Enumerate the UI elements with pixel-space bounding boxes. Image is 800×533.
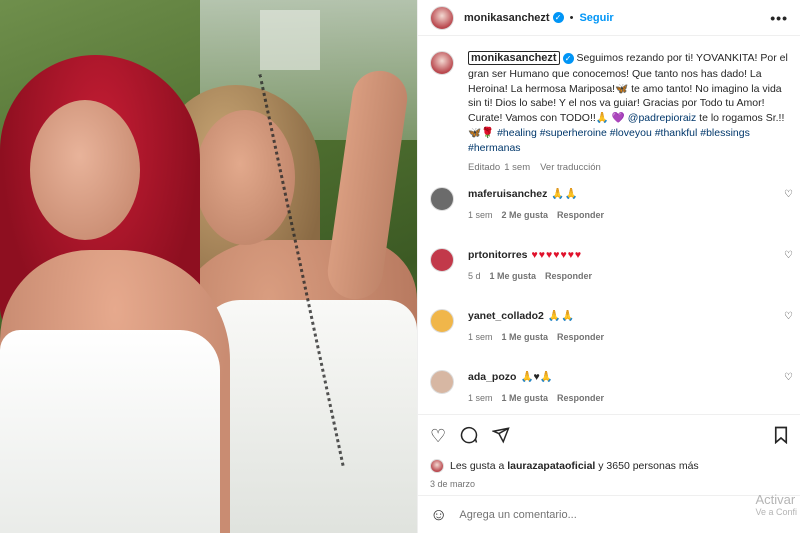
comment-time[interactable]: 5 d xyxy=(468,271,481,281)
emoji-icon[interactable]: ☺ xyxy=(430,505,447,525)
comment-input[interactable]: Agrega un comentario... xyxy=(459,509,576,521)
comment-list: maferuisanchez 🙏🙏 1 sem 2 Me gusta Responde… xyxy=(418,186,800,413)
caption-username[interactable]: monikasanchezt xyxy=(468,51,560,65)
comment-line: prtonitorres ♥♥♥♥♥♥♥ xyxy=(468,248,768,262)
commenter-username[interactable]: yanet_collado2 xyxy=(468,310,544,322)
watermark-line2: Ve a Confi xyxy=(755,507,797,517)
comment-text: 🙏🙏 xyxy=(551,187,578,200)
author-username[interactable]: monikasanchezt xyxy=(464,12,550,24)
activation-watermark: Activar Ve a Confi xyxy=(755,492,797,517)
caption-time[interactable]: 1 sem xyxy=(504,162,530,173)
post-header: monikasanchezt ✓ • Seguir ••• xyxy=(418,0,800,36)
photo-background-light xyxy=(260,10,320,70)
comment-like-icon[interactable]: ♡ xyxy=(784,250,793,261)
comment-likes[interactable]: 1 Me gusta xyxy=(502,332,549,342)
comment-body: ada_pozo 🙏♥🙏 1 sem 1 Me gusta Responder xyxy=(468,370,768,413)
comment-line: ada_pozo 🙏♥🙏 xyxy=(468,370,768,384)
likes-count-text[interactable]: y 3650 personas más xyxy=(598,460,698,472)
liker-username[interactable]: laurazapataoficial xyxy=(507,460,595,472)
comment-likes[interactable]: 2 Me gusta xyxy=(502,210,549,220)
commenter-avatar[interactable] xyxy=(430,247,454,272)
comment-meta: 5 d 1 Me gusta Responder xyxy=(468,271,768,281)
comment-like-icon[interactable]: ♡ xyxy=(784,372,793,383)
commenter-username[interactable]: ada_pozo xyxy=(468,371,516,383)
separator-dot: • xyxy=(569,11,574,24)
reply-button[interactable]: Responder xyxy=(557,210,604,220)
comment-time[interactable]: 1 sem xyxy=(468,332,493,342)
comment-item: yanet_collado2 🙏🙏 1 sem 1 Me gusta Responde… xyxy=(418,308,800,358)
caption-mention[interactable]: @padrepioraiz xyxy=(628,112,696,124)
comment-text: ♥♥♥♥♥♥♥ xyxy=(531,248,583,261)
post-caption: monikasanchezt ✓ Seguimos rezando por ti!… xyxy=(418,37,800,175)
verified-icon: ✓ xyxy=(552,12,564,23)
comment-item: prtonitorres ♥♥♥♥♥♥♥ 5 d 1 Me gusta Respond… xyxy=(418,247,800,297)
caption-meta: Editado 1 sem Ver traducción xyxy=(468,161,788,174)
comments-scroll-area[interactable]: monikasanchezt ✓ Seguimos rezando por ti!… xyxy=(418,37,800,413)
commenter-avatar[interactable] xyxy=(430,186,454,211)
comment-item: ada_pozo 🙏♥🙏 1 sem 1 Me gusta Responder ♡ xyxy=(418,369,800,413)
post-photo[interactable] xyxy=(0,0,417,533)
comment-time[interactable]: 1 sem xyxy=(468,210,493,220)
commenter-avatar[interactable] xyxy=(430,308,454,333)
comment-body: maferuisanchez 🙏🙏 1 sem 2 Me gusta Responde… xyxy=(468,187,768,236)
comment-text: 🙏♥🙏 xyxy=(520,370,553,383)
reply-button[interactable]: Responder xyxy=(545,271,592,281)
caption-body: monikasanchezt ✓ Seguimos rezando por ti!… xyxy=(468,51,788,175)
share-icon[interactable] xyxy=(491,426,510,447)
add-comment-bar: ☺ Agrega un comentario... Activar Ve a C… xyxy=(418,492,800,533)
commenter-username[interactable]: prtonitorres xyxy=(468,249,528,261)
bookmark-icon[interactable] xyxy=(773,426,789,447)
comment-like-icon[interactable]: ♡ xyxy=(784,311,793,322)
likes-summary: Les gusta a laurazapataoficial y 3650 pe… xyxy=(430,459,789,473)
comment-like-icon[interactable]: ♡ xyxy=(784,189,793,200)
comment-icon[interactable] xyxy=(460,426,478,447)
caption-edited-label: Editado xyxy=(468,162,501,174)
comment-time[interactable]: 1 sem xyxy=(468,393,493,403)
comment-line: yanet_collado2 🙏🙏 xyxy=(468,309,768,323)
follow-button[interactable]: Seguir xyxy=(579,12,613,24)
watermark-line1: Activar xyxy=(755,492,796,507)
more-options-icon[interactable]: ••• xyxy=(770,10,788,26)
comment-body: yanet_collado2 🙏🙏 1 sem 1 Me gusta Responde… xyxy=(468,309,768,358)
comment-body: prtonitorres ♥♥♥♥♥♥♥ 5 d 1 Me gusta Respond… xyxy=(468,248,768,297)
photo-woman-left-face xyxy=(30,100,140,240)
reply-button[interactable]: Responder xyxy=(557,393,604,403)
commenter-username[interactable]: maferuisanchez xyxy=(468,188,547,200)
heart-icon[interactable]: ♡ xyxy=(430,427,446,445)
post-date: 3 de marzo xyxy=(430,479,476,489)
photo-woman-left-dress xyxy=(0,330,220,533)
caption-hashtags[interactable]: #healing #superheroine #loveyou #thankfu… xyxy=(468,127,750,154)
comment-item: maferuisanchez 🙏🙏 1 sem 2 Me gusta Responde… xyxy=(418,186,800,236)
comment-likes[interactable]: 1 Me gusta xyxy=(502,393,549,403)
action-icons-row: ♡ xyxy=(430,425,789,447)
commenter-avatar[interactable] xyxy=(430,369,454,394)
author-avatar[interactable] xyxy=(430,5,454,30)
likes-prefix: Les gusta a xyxy=(450,460,505,472)
caption-translate-link[interactable]: Ver traducción xyxy=(540,162,601,173)
caption-author-avatar[interactable] xyxy=(430,51,454,75)
post-actions: ♡ Les gusta a laurazapataoficial y 3650 … xyxy=(418,414,800,489)
comment-meta: 1 sem 2 Me gusta Responder xyxy=(468,210,768,220)
verified-icon: ✓ xyxy=(562,52,574,64)
comment-likes[interactable]: 1 Me gusta xyxy=(490,271,537,281)
reply-button[interactable]: Responder xyxy=(557,332,604,342)
comment-meta: 1 sem 1 Me gusta Responder xyxy=(468,332,768,342)
liker-avatar[interactable] xyxy=(430,459,444,473)
photo-woman-right-dress xyxy=(200,300,417,533)
comment-meta: 1 sem 1 Me gusta Responder xyxy=(468,393,768,403)
comment-line: maferuisanchez 🙏🙏 xyxy=(468,187,768,201)
comment-text: 🙏🙏 xyxy=(547,309,575,322)
post-side-panel: monikasanchezt ✓ • Seguir ••• monikasanc… xyxy=(417,0,800,533)
